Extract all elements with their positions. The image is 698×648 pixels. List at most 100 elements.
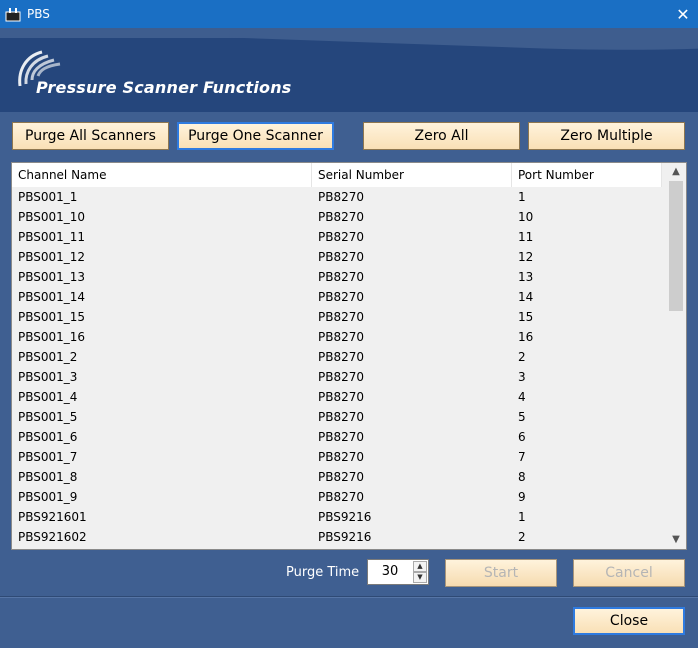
port-number-cell: 9 (518, 490, 526, 504)
port-number-cell: 11 (518, 230, 534, 244)
scroll-up-icon[interactable]: ▲ (666, 163, 686, 181)
table-row[interactable]: PBS001_5 PB8270 5 (12, 407, 662, 427)
channel-name-cell: PBS921602 (18, 530, 87, 544)
channel-name-cell: PBS001_12 (18, 250, 86, 264)
channel-name-cell: PBS001_3 (18, 370, 78, 384)
port-number-cell: 10 (518, 210, 534, 224)
table-row[interactable]: PBS001_15 PB8270 15 (12, 307, 662, 327)
serial-number-cell: PB8270 (318, 430, 365, 444)
banner-heading: Pressure Scanner Functions (36, 78, 292, 97)
serial-number-cell: PB8270 (318, 250, 365, 264)
port-number-cell: 14 (518, 290, 534, 304)
channel-name-cell: PBS921601 (18, 510, 87, 524)
port-number-cell: 2 (518, 350, 526, 364)
channel-name-cell: PBS001_7 (18, 450, 78, 464)
port-number-cell: 8 (518, 470, 526, 484)
close-icon: ✕ (676, 4, 690, 24)
channel-name-cell: PBS001_6 (18, 430, 78, 444)
channel-name-cell: PBS001_4 (18, 390, 78, 404)
channel-name-cell: PBS001_10 (18, 210, 86, 224)
port-number-cell: 1 (518, 510, 526, 524)
table-row[interactable]: PBS001_1 PB8270 1 (12, 187, 662, 207)
table-row[interactable]: PBS001_7 PB8270 7 (12, 447, 662, 467)
purge-time-label: Purge Time (286, 565, 360, 580)
serial-number-cell: PB8270 (318, 490, 365, 504)
table-row[interactable]: PBS921602 PBS9216 2 (12, 527, 662, 547)
table-row[interactable]: PBS001_11 PB8270 11 (12, 227, 662, 247)
start-button[interactable]: Start (445, 559, 557, 587)
port-number-cell: 13 (518, 270, 534, 284)
port-number-cell: 7 (518, 450, 526, 464)
port-number-cell: 2 (518, 530, 526, 544)
column-header-channel-name[interactable]: Channel Name (12, 163, 312, 187)
serial-number-cell: PB8270 (318, 230, 365, 244)
stepper-up-icon[interactable]: ▲ (413, 561, 427, 572)
serial-number-cell: PB8270 (318, 390, 365, 404)
window-title: PBS (27, 7, 50, 21)
purge-one-scanner-button[interactable]: Purge One Scanner (177, 122, 334, 150)
zero-all-button[interactable]: Zero All (363, 122, 520, 150)
table-row[interactable]: PBS001_3 PB8270 3 (12, 367, 662, 387)
serial-number-cell: PB8270 (318, 190, 365, 204)
table-row[interactable]: PBS001_8 PB8270 8 (12, 467, 662, 487)
serial-number-cell: PB8270 (318, 270, 365, 284)
vertical-scrollbar[interactable]: ▲ ▼ (666, 163, 686, 549)
column-header-port-number[interactable]: Port Number (512, 163, 662, 187)
channel-name-cell: PBS001_15 (18, 310, 86, 324)
channel-name-cell: PBS001_16 (18, 330, 86, 344)
port-number-cell: 6 (518, 430, 526, 444)
port-number-cell: 3 (518, 370, 526, 384)
table-row[interactable]: PBS001_13 PB8270 13 (12, 267, 662, 287)
channel-name-cell: PBS001_11 (18, 230, 86, 244)
divider-highlight (0, 597, 698, 598)
purge-time-stepper[interactable]: 30 ▲ ▼ (367, 559, 429, 585)
channel-name-cell: PBS001_5 (18, 410, 78, 424)
window-close-button[interactable]: ✕ (668, 0, 698, 28)
app-icon (5, 8, 21, 22)
port-number-cell: 5 (518, 410, 526, 424)
close-button[interactable]: Close (573, 607, 685, 635)
table-row[interactable]: PBS001_9 PB8270 9 (12, 487, 662, 507)
table-header: Channel Name Serial Number Port Number (12, 163, 662, 187)
channel-name-cell: PBS001_13 (18, 270, 86, 284)
serial-number-cell: PB8270 (318, 370, 365, 384)
port-number-cell: 15 (518, 310, 534, 324)
purge-time-value[interactable]: 30 (368, 560, 412, 584)
channel-name-cell: PBS001_14 (18, 290, 86, 304)
table-row[interactable]: PBS001_4 PB8270 4 (12, 387, 662, 407)
zero-multiple-button[interactable]: Zero Multiple (528, 122, 685, 150)
serial-number-cell: PB8270 (318, 350, 365, 364)
port-number-cell: 4 (518, 390, 526, 404)
column-header-serial-number[interactable]: Serial Number (312, 163, 512, 187)
table-row[interactable]: PBS001_16 PB8270 16 (12, 327, 662, 347)
port-number-cell: 12 (518, 250, 534, 264)
scrollbar-thumb[interactable] (669, 181, 683, 311)
serial-number-cell: PB8270 (318, 450, 365, 464)
channel-name-cell: PBS001_9 (18, 490, 78, 504)
serial-number-cell: PBS9216 (318, 510, 372, 524)
serial-number-cell: PB8270 (318, 330, 365, 344)
table-row[interactable]: PBS001_14 PB8270 14 (12, 287, 662, 307)
table-row[interactable]: PBS001_6 PB8270 6 (12, 427, 662, 447)
purge-all-scanners-button[interactable]: Purge All Scanners (12, 122, 169, 150)
table-row[interactable]: PBS001_12 PB8270 12 (12, 247, 662, 267)
table-row[interactable]: PBS001_2 PB8270 2 (12, 347, 662, 367)
table-body: PBS001_1 PB8270 1 PBS001_10 PB8270 10 PBS001_1… (12, 187, 662, 547)
channel-table[interactable]: Channel Name Serial Number Port Number P… (11, 162, 687, 550)
port-number-cell: 1 (518, 190, 526, 204)
header-banner: Pressure Scanner Functions (0, 28, 698, 112)
title-bar: PBS ✕ (0, 0, 698, 28)
serial-number-cell: PB8270 (318, 410, 365, 424)
port-number-cell: 16 (518, 330, 534, 344)
cancel-button[interactable]: Cancel (573, 559, 685, 587)
scroll-down-icon[interactable]: ▼ (666, 531, 686, 549)
serial-number-cell: PBS9216 (318, 530, 372, 544)
channel-name-cell: PBS001_8 (18, 470, 78, 484)
serial-number-cell: PB8270 (318, 310, 365, 324)
table-row[interactable]: PBS001_10 PB8270 10 (12, 207, 662, 227)
table-row[interactable]: PBS921601 PBS9216 1 (12, 507, 662, 527)
serial-number-cell: PB8270 (318, 470, 365, 484)
channel-name-cell: PBS001_2 (18, 350, 78, 364)
stepper-down-icon[interactable]: ▼ (413, 572, 427, 583)
serial-number-cell: PB8270 (318, 290, 365, 304)
